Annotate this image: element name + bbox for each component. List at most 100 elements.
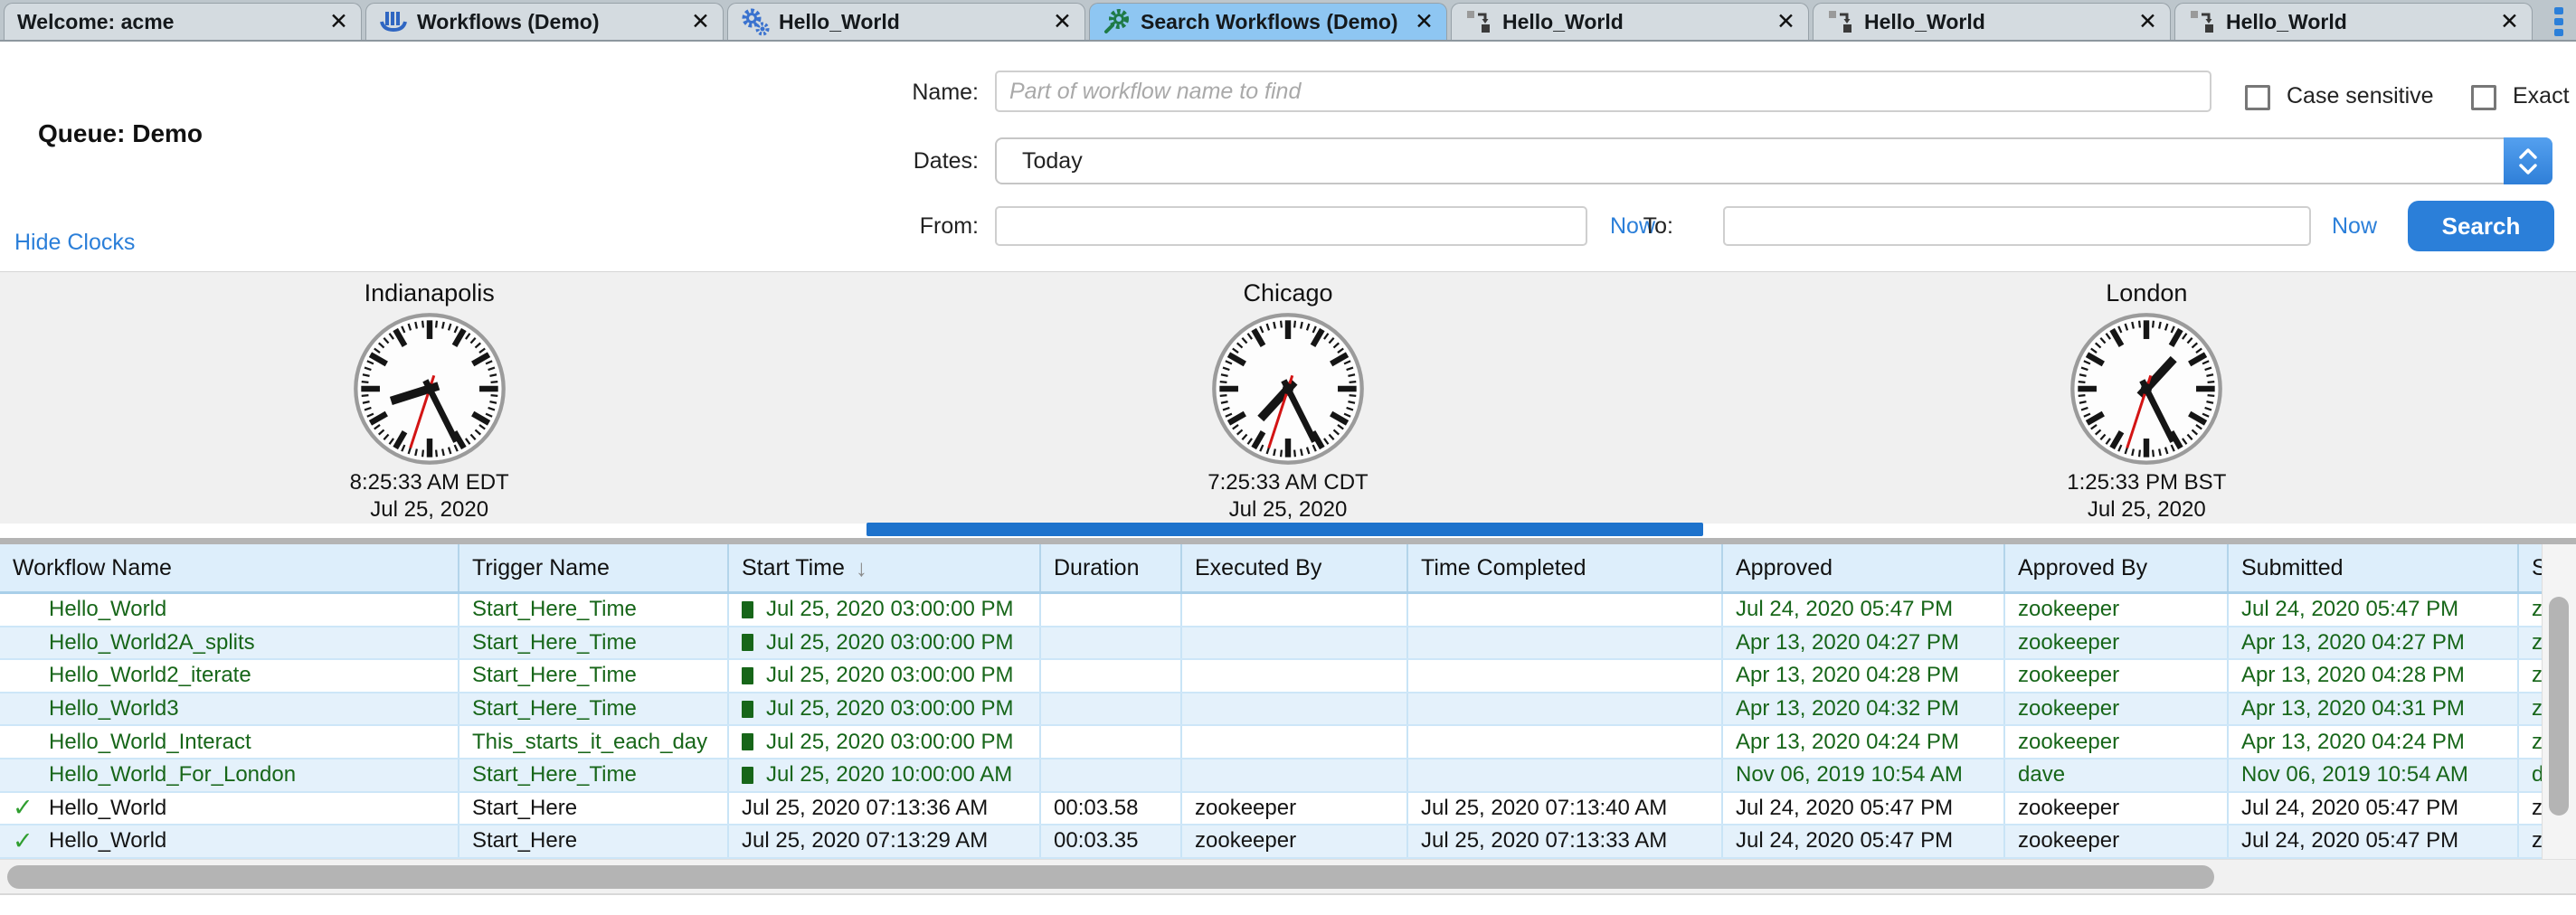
cell-submitted: Apr 13, 2020 04:24 PM: [2229, 726, 2519, 758]
cell-trigger: Start_Here: [459, 825, 729, 857]
dates-select-value: Today: [997, 148, 2504, 175]
cell-time_completed: [1408, 759, 1723, 791]
clock-date-label: Jul 25, 2020: [370, 497, 488, 523]
table-row[interactable]: Hello_World2_iterateStart_Here_TimeJul 2…: [0, 660, 2576, 693]
to-now-link[interactable]: Now: [2332, 213, 2377, 240]
scheduled-square-icon: [742, 667, 753, 684]
search-button[interactable]: Search: [2408, 201, 2554, 251]
exact-checkbox[interactable]: [2471, 85, 2496, 110]
table-row[interactable]: Hello_World3Start_Here_TimeJul 25, 2020 …: [0, 693, 2576, 727]
horizontal-scrollbar-thumb[interactable]: [7, 865, 2214, 889]
column-header-duration[interactable]: Duration: [1041, 544, 1182, 591]
gears-icon: [741, 7, 770, 36]
panel-splitter-handle[interactable]: [867, 523, 1703, 536]
column-header-executed_by[interactable]: Executed By: [1182, 544, 1408, 591]
cell-text: Jul 24, 2020 05:47 PM: [1736, 597, 1953, 622]
close-icon[interactable]: ✕: [1415, 8, 1434, 35]
tab-hello-world-4[interactable]: Hello_World ✕: [2174, 3, 2533, 40]
dates-select[interactable]: Today: [995, 137, 2552, 184]
cell-text: Jul 24, 2020 05:47 PM: [2241, 597, 2458, 622]
table-row[interactable]: ✓Hello_WorldStart_HereJul 25, 2020 07:13…: [0, 793, 2576, 826]
cell-approved: Apr 13, 2020 04:24 PM: [1723, 726, 2005, 758]
cell-time_completed: Jul 25, 2020 07:13:40 AM: [1408, 793, 1723, 825]
tab-workflows-demo[interactable]: Workflows (Demo) ✕: [365, 3, 724, 40]
clock-time-label: 8:25:33 AM EDT: [350, 470, 509, 495]
column-header-start[interactable]: Start Time↓: [729, 544, 1041, 591]
from-input[interactable]: [995, 206, 1587, 246]
tab-hello-world-3[interactable]: Hello_World ✕: [1813, 3, 2171, 40]
workflow-table: Workflow NameTrigger NameStart Time↓Dura…: [0, 544, 2576, 859]
cell-approved: Nov 06, 2019 10:54 AM: [1723, 759, 2005, 791]
close-icon[interactable]: ✕: [2500, 8, 2519, 35]
to-input[interactable]: [1723, 206, 2311, 246]
cell-text: Apr 13, 2020 04:32 PM: [1736, 696, 1959, 722]
tab-welcome[interactable]: Welcome: acme ✕: [4, 3, 362, 40]
tab-overflow-menu-icon[interactable]: [2545, 4, 2572, 40]
cell-submitted: Apr 13, 2020 04:27 PM: [2229, 627, 2519, 659]
panel-splitter[interactable]: [0, 538, 2576, 544]
tab-hello-world-2[interactable]: Hello_World ✕: [1451, 3, 1809, 40]
clock-time-label: 1:25:33 PM BST: [2067, 470, 2226, 495]
cell-text: Jul 24, 2020 05:47 PM: [2241, 828, 2458, 854]
column-header-approved[interactable]: Approved: [1723, 544, 2005, 591]
cell-start: Jul 25, 2020 10:00:00 AM: [729, 759, 1041, 791]
cell-executed_by: zookeeper: [1182, 793, 1408, 825]
world-clocks-panel: Indianapolis8:25:33 AM EDTJul 25, 2020Ch…: [0, 271, 2576, 524]
tab-label: Workflows (Demo): [417, 10, 684, 34]
cell-executed_by: [1182, 693, 1408, 725]
cell-time_completed: [1408, 594, 1723, 626]
cell-time_completed: [1408, 660, 1723, 692]
close-icon[interactable]: ✕: [1053, 8, 1072, 35]
cell-duration: [1041, 759, 1182, 791]
scheduled-square-icon: [742, 601, 753, 618]
cell-text: Jul 25, 2020 03:00:00 PM: [766, 630, 1014, 656]
column-header-submitted[interactable]: Submitted: [2229, 544, 2519, 591]
column-header-time_completed[interactable]: Time Completed: [1408, 544, 1723, 591]
cell-trigger: Start_Here_Time: [459, 693, 729, 725]
dates-label: Dates:: [798, 148, 979, 175]
table-row[interactable]: Hello_World_InteractThis_starts_it_each_…: [0, 726, 2576, 759]
close-icon[interactable]: ✕: [691, 8, 710, 35]
table-row[interactable]: Hello_World_For_LondonStart_Here_TimeJul…: [0, 759, 2576, 793]
cell-text: Apr 13, 2020 04:24 PM: [2241, 730, 2465, 755]
cell-text: zookeeper: [1195, 796, 1296, 821]
cell-executed_by: [1182, 627, 1408, 659]
tab-label: Hello_World: [779, 10, 1046, 34]
cell-duration: [1041, 627, 1182, 659]
app-window: Welcome: acme ✕ Workflows (Demo) ✕ Hello…: [0, 0, 2576, 915]
column-header-name[interactable]: Workflow Name: [0, 544, 459, 591]
cell-text: zookeeper: [2018, 696, 2119, 722]
close-icon[interactable]: ✕: [329, 8, 348, 35]
chevron-up-down-icon: [2504, 137, 2552, 184]
vertical-scrollbar[interactable]: [2542, 544, 2576, 859]
column-header-label: Executed By: [1195, 555, 1321, 581]
clock-date-label: Jul 25, 2020: [1229, 497, 1348, 523]
column-header-approved_by[interactable]: Approved By: [2005, 544, 2229, 591]
cell-approved_by: dave: [2005, 759, 2229, 791]
name-label: Name:: [798, 80, 979, 106]
table-row[interactable]: ✓Hello_WorldStart_HereJul 25, 2020 07:13…: [0, 825, 2576, 859]
close-icon[interactable]: ✕: [1776, 8, 1795, 35]
exact-label: Exact: [2513, 83, 2570, 109]
cell-text: Start_Here_Time: [472, 663, 637, 688]
name-input[interactable]: [995, 71, 2211, 112]
cell-approved_by: zookeeper: [2005, 793, 2229, 825]
vertical-scrollbar-thumb[interactable]: [2549, 597, 2569, 816]
table-row[interactable]: Hello_World2A_splitsStart_Here_TimeJul 2…: [0, 627, 2576, 661]
cell-text: Apr 13, 2020 04:24 PM: [1736, 730, 1959, 755]
column-header-trigger[interactable]: Trigger Name: [459, 544, 729, 591]
table-row[interactable]: Hello_WorldStart_Here_TimeJul 25, 2020 0…: [0, 594, 2576, 627]
close-icon[interactable]: ✕: [2138, 8, 2157, 35]
cell-time_completed: [1408, 627, 1723, 659]
case-sensitive-checkbox[interactable]: [2245, 85, 2270, 110]
cell-text: Hello_World_Interact: [49, 730, 251, 755]
clock-time-label: 7:25:33 AM CDT: [1208, 470, 1368, 495]
cell-text: Jul 25, 2020 07:13:29 AM: [742, 828, 988, 854]
hide-clocks-link[interactable]: Hide Clocks: [14, 230, 135, 256]
tab-hello-world-1[interactable]: Hello_World ✕: [727, 3, 1085, 40]
cell-approved_by: zookeeper: [2005, 726, 2229, 758]
cell-text: dave: [2018, 762, 2065, 788]
tab-search-workflows[interactable]: Search Workflows (Demo) ✕: [1089, 3, 1447, 40]
horizontal-scrollbar[interactable]: [0, 859, 2576, 893]
from-label: From:: [798, 213, 979, 240]
